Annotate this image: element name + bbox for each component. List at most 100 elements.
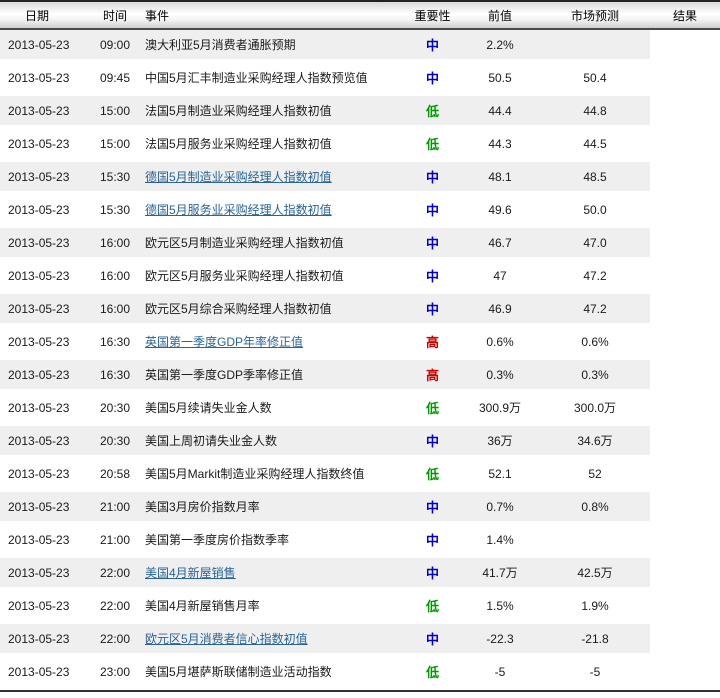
- importance-cell: 中: [405, 195, 460, 228]
- time-cell: 16:30: [95, 360, 135, 393]
- event-cell: 美国5月续请失业金人数: [135, 393, 405, 426]
- event-cell: 德国5月制造业采购经理人指数初值: [135, 162, 405, 195]
- forecast-value-cell: 300.0万: [540, 393, 650, 426]
- economic-calendar-table: 日期 时间 事件 重要性 前值 市场预测 结果 2013-05-23 09:00…: [0, 0, 720, 692]
- importance-cell: 低: [405, 96, 460, 129]
- forecast-value-cell: -21.8: [540, 624, 650, 657]
- result-value-cell: [650, 228, 720, 261]
- date-cell: 2013-05-23: [0, 30, 95, 63]
- importance-badge: 低: [425, 137, 439, 152]
- event-text: 美国第一季度房价指数季率: [145, 533, 290, 547]
- event-cell: 中国5月汇丰制造业采购经理人指数预览值: [135, 63, 405, 96]
- time-cell: 16:00: [95, 294, 135, 327]
- event-cell: 美国5月Markit制造业采购经理人指数终值: [135, 459, 405, 492]
- event-cell: 英国第一季度GDP年率修正值: [135, 327, 405, 360]
- time-cell: 22:00: [95, 591, 135, 624]
- table-row: 2013-05-23 20:30 美国上周初请失业金人数 中 36万 34.6万: [0, 426, 720, 459]
- previous-value-cell: 52.1: [460, 459, 540, 492]
- result-value-cell: [650, 591, 720, 624]
- importance-badge: 中: [425, 203, 439, 218]
- date-cell: 2013-05-23: [0, 360, 95, 393]
- importance-cell: 中: [405, 294, 460, 327]
- event-link[interactable]: 美国4月新屋销售: [145, 566, 236, 580]
- time-cell: 16:30: [95, 327, 135, 360]
- result-value-cell: [650, 261, 720, 294]
- importance-cell: 低: [405, 393, 460, 426]
- event-text: 英国第一季度GDP季率修正值: [145, 368, 304, 382]
- event-cell: 法国5月制造业采购经理人指数初值: [135, 96, 405, 129]
- time-cell: 16:00: [95, 228, 135, 261]
- column-header-importance: 重要性: [405, 2, 460, 30]
- importance-cell: 低: [405, 129, 460, 162]
- date-cell: 2013-05-23: [0, 492, 95, 525]
- date-cell: 2013-05-23: [0, 558, 95, 591]
- previous-value-cell: -5: [460, 657, 540, 690]
- result-value-cell: [650, 96, 720, 129]
- forecast-value-cell: 50.0: [540, 195, 650, 228]
- result-value-cell: [650, 426, 720, 459]
- importance-cell: 低: [405, 657, 460, 690]
- result-value-cell: [650, 360, 720, 393]
- event-text: 欧元区5月综合采购经理人指数初值: [145, 302, 332, 316]
- table-body: 2013-05-23 09:00 澳大利亚5月消费者通胀预期 中 2.2% 20…: [0, 30, 720, 690]
- previous-value-cell: 46.7: [460, 228, 540, 261]
- date-cell: 2013-05-23: [0, 195, 95, 228]
- event-cell: 澳大利亚5月消费者通胀预期: [135, 30, 405, 63]
- importance-badge: 低: [425, 599, 439, 614]
- importance-badge: 低: [425, 665, 439, 680]
- forecast-value-cell: 42.5万: [540, 558, 650, 591]
- result-value-cell: [650, 624, 720, 657]
- event-cell: 欧元区5月综合采购经理人指数初值: [135, 294, 405, 327]
- event-text: 澳大利亚5月消费者通胀预期: [145, 38, 296, 52]
- forecast-value-cell: 0.3%: [540, 360, 650, 393]
- forecast-value-cell: 44.5: [540, 129, 650, 162]
- importance-badge: 中: [425, 632, 439, 647]
- result-value-cell: [650, 63, 720, 96]
- time-cell: 20:30: [95, 393, 135, 426]
- event-link[interactable]: 德国5月制造业采购经理人指数初值: [145, 170, 332, 184]
- table-row: 2013-05-23 16:00 欧元区5月服务业采购经理人指数初值 中 47 …: [0, 261, 720, 294]
- result-value-cell: [650, 195, 720, 228]
- time-cell: 15:00: [95, 96, 135, 129]
- importance-cell: 中: [405, 261, 460, 294]
- event-cell: 德国5月服务业采购经理人指数初值: [135, 195, 405, 228]
- forecast-value-cell: 50.4: [540, 63, 650, 96]
- column-header-previous: 前值: [460, 2, 540, 30]
- previous-value-cell: 36万: [460, 426, 540, 459]
- date-cell: 2013-05-23: [0, 294, 95, 327]
- previous-value-cell: 47: [460, 261, 540, 294]
- importance-cell: 中: [405, 624, 460, 657]
- importance-badge: 中: [425, 434, 439, 449]
- event-link[interactable]: 德国5月服务业采购经理人指数初值: [145, 203, 332, 217]
- importance-badge: 低: [425, 467, 439, 482]
- event-cell: 法国5月服务业采购经理人指数初值: [135, 129, 405, 162]
- table-row: 2013-05-23 22:00 美国4月新屋销售月率 低 1.5% 1.9%: [0, 591, 720, 624]
- column-header-event: 事件: [135, 2, 405, 30]
- event-text: 美国5月堪萨斯联储制造业活动指数: [145, 665, 332, 679]
- event-cell: 美国4月新屋销售月率: [135, 591, 405, 624]
- time-cell: 20:30: [95, 426, 135, 459]
- event-text: 法国5月服务业采购经理人指数初值: [145, 137, 332, 151]
- event-cell: 欧元区5月服务业采购经理人指数初值: [135, 261, 405, 294]
- importance-badge: 中: [425, 500, 439, 515]
- table-row: 2013-05-23 16:30 英国第一季度GDP年率修正值 高 0.6% 0…: [0, 327, 720, 360]
- date-cell: 2013-05-23: [0, 459, 95, 492]
- result-value-cell: [650, 327, 720, 360]
- table-row: 2013-05-23 21:00 美国第一季度房价指数季率 中 1.4%: [0, 525, 720, 558]
- event-text: 美国4月新屋销售月率: [145, 599, 260, 613]
- importance-badge: 中: [425, 566, 439, 581]
- result-value-cell: [650, 525, 720, 558]
- table-row: 2013-05-23 20:58 美国5月Markit制造业采购经理人指数终值 …: [0, 459, 720, 492]
- event-link[interactable]: 英国第一季度GDP年率修正值: [145, 335, 303, 349]
- previous-value-cell: 41.7万: [460, 558, 540, 591]
- previous-value-cell: 44.3: [460, 129, 540, 162]
- forecast-value-cell: -5: [540, 657, 650, 690]
- table-header: 日期 时间 事件 重要性 前值 市场预测 结果: [0, 2, 720, 30]
- result-value-cell: [650, 558, 720, 591]
- event-link[interactable]: 欧元区5月消费者信心指数初值: [145, 632, 308, 646]
- time-cell: 21:00: [95, 492, 135, 525]
- event-text: 中国5月汇丰制造业采购经理人指数预览值: [145, 71, 368, 85]
- column-header-result: 结果: [650, 2, 720, 30]
- event-cell: 欧元区5月消费者信心指数初值: [135, 624, 405, 657]
- importance-cell: 中: [405, 30, 460, 63]
